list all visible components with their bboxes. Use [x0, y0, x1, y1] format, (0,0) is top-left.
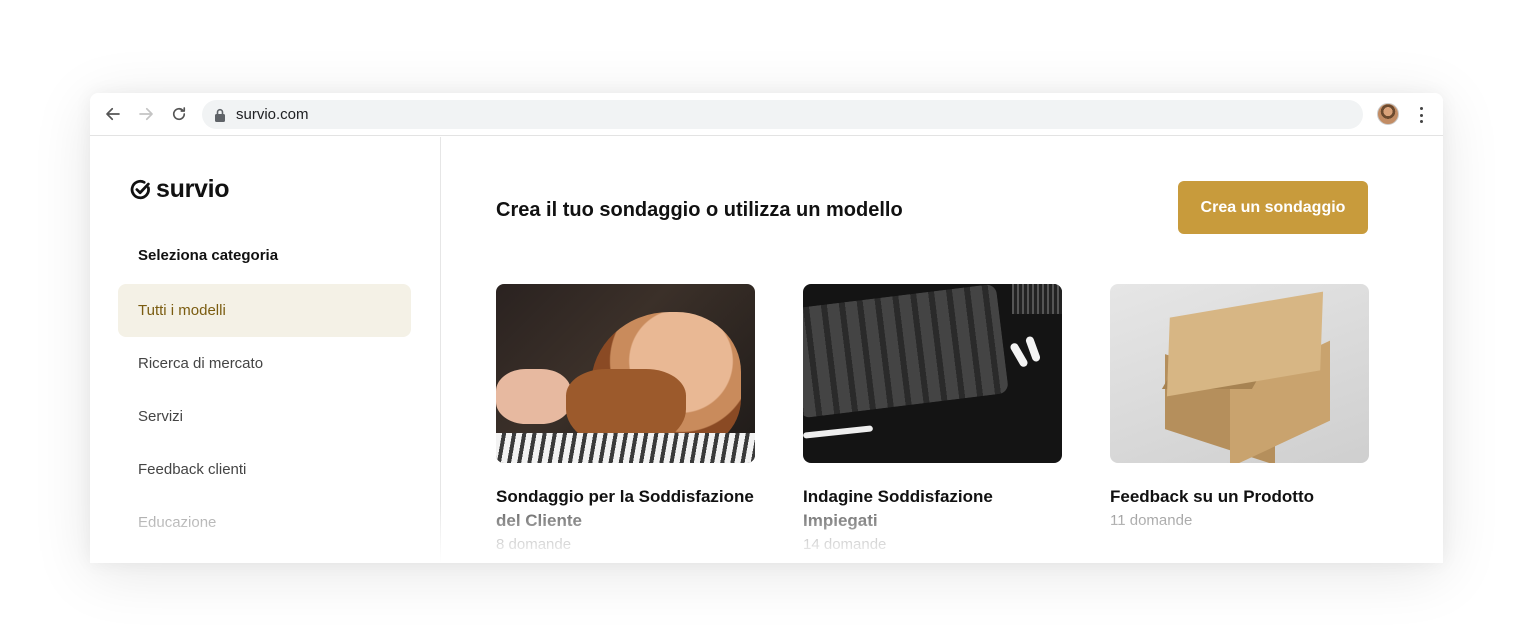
card-title-line2: Impiegati [803, 511, 878, 530]
browser-toolbar: survio.com [90, 93, 1443, 136]
category-heading: Seleziona categoria [138, 247, 279, 264]
browser-window: survio.com survio Seleziona categoria Tu… [90, 93, 1443, 563]
profile-avatar[interactable] [1377, 103, 1399, 125]
logo-text: survio [156, 175, 230, 203]
sidebar-item-feedback-clienti[interactable]: Feedback clienti [118, 443, 411, 496]
template-card[interactable]: Indagine Soddisfazione Impiegati 14 doma… [803, 284, 1062, 553]
url-text: survio.com [236, 106, 309, 123]
category-sidebar: survio Seleziona categoria Tutti i model… [90, 137, 441, 563]
lock-icon [214, 108, 226, 122]
barber-photo[interactable] [496, 284, 755, 463]
page-title: Crea il tuo sondaggio o utilizza un mode… [496, 199, 903, 221]
forward-icon[interactable] [135, 103, 157, 125]
reload-icon[interactable] [168, 103, 190, 125]
address-bar[interactable]: survio.com [202, 100, 1363, 129]
card-title-line1: Feedback su un Prodotto [1110, 487, 1315, 506]
templates-main: Crea il tuo sondaggio o utilizza un mode… [441, 137, 1443, 563]
question-count: 8 domande [496, 536, 572, 553]
back-icon[interactable] [102, 103, 124, 125]
keyboard-photo[interactable] [803, 284, 1062, 463]
question-count: 14 domande [803, 536, 887, 553]
sidebar-item-tutti-i-modelli[interactable]: Tutti i modelli [118, 284, 411, 337]
check-circle-icon [130, 179, 150, 199]
card-title[interactable]: Sondaggio per la Soddisfazione del Clien… [496, 485, 755, 533]
card-title[interactable]: Feedback su un Prodotto [1110, 485, 1369, 509]
template-card[interactable]: Sondaggio per la Soddisfazione del Clien… [496, 284, 755, 553]
sidebar-item-ricerca-di-mercato[interactable]: Ricerca di mercato [118, 337, 411, 390]
card-title-line2: del Cliente [496, 511, 582, 530]
sidebar-item-servizi[interactable]: Servizi [118, 390, 411, 443]
card-title-line1: Indagine Soddisfazione [803, 487, 993, 506]
create-survey-button[interactable]: Crea un sondaggio [1178, 181, 1368, 234]
sidebar-item-educazione[interactable]: Educazione [118, 496, 411, 549]
template-card[interactable]: Feedback su un Prodotto 11 domande [1110, 284, 1369, 529]
question-count: 11 domande [1110, 512, 1193, 529]
survio-logo[interactable]: survio [130, 175, 230, 204]
more-vert-icon[interactable] [1413, 105, 1429, 125]
card-title[interactable]: Indagine Soddisfazione Impiegati [803, 485, 1062, 533]
card-title-line1: Sondaggio per la Soddisfazione [496, 487, 754, 506]
cardboard-box-photo[interactable] [1110, 284, 1369, 463]
